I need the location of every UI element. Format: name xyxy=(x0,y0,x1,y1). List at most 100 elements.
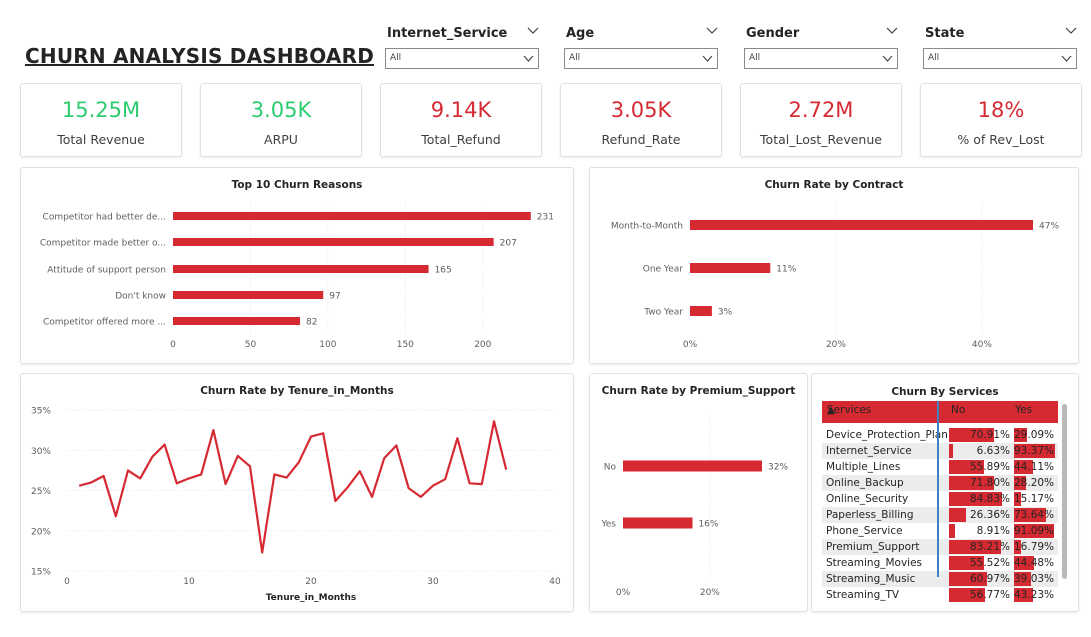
x-tick-label: 0 xyxy=(170,340,176,350)
yes-value: 39.03% xyxy=(1014,573,1055,585)
filter-value: All xyxy=(928,53,940,63)
filter-label: Gender xyxy=(746,26,800,41)
service-name: Multiple_Lines xyxy=(826,461,901,473)
table-row: Online_Backup 71.80% 28.20% xyxy=(822,475,1058,491)
chart-panel-tenure: Churn Rate by Tenure_in_Months 15% 20% 25%… xyxy=(20,373,574,612)
column-divider xyxy=(937,401,939,577)
sort-asc-icon: ▲ xyxy=(827,404,836,416)
service-name: Device_Protection_Plan xyxy=(826,429,948,441)
no-value: 60.97% xyxy=(969,573,1010,585)
scrollbar[interactable] xyxy=(1062,404,1067,579)
bar-chart-contract: 0% 20% 40% Month-to-Month 47% One Year 11% Two … xyxy=(611,203,1059,350)
table-row: Phone_Service 8.91% 91.09% xyxy=(822,523,1058,539)
filter-internet-service[interactable]: Internet_Service All xyxy=(385,22,541,70)
kpi-label: ARPU xyxy=(264,132,298,147)
filter-value: All xyxy=(569,53,581,63)
data-label: 3% xyxy=(718,308,733,318)
line-chart-tenure: 15% 20% 25% 30% 35% 0 10 20 30 40 Tenure_in_Months xyxy=(31,407,561,604)
x-tick-label: 20 xyxy=(305,577,317,587)
data-label: 82 xyxy=(306,318,317,328)
no-value: 56.77% xyxy=(969,589,1010,601)
service-name: Online_Security xyxy=(826,493,909,505)
service-name: Streaming_Movies xyxy=(826,557,923,569)
service-name: Streaming_TV xyxy=(826,589,900,601)
filter-value: All xyxy=(390,53,402,63)
filter-age[interactable]: Age All xyxy=(564,22,720,70)
service-name: Phone_Service xyxy=(826,525,903,537)
filter-dropdown[interactable]: All xyxy=(744,48,898,69)
filter-label: Internet_Service xyxy=(387,26,508,41)
chevron-down-icon[interactable] xyxy=(527,26,539,36)
chevron-down-icon[interactable] xyxy=(706,26,718,36)
column-header-yes[interactable]: Yes xyxy=(1015,404,1032,416)
y-tick-label: 25% xyxy=(31,487,51,497)
filter-label: Age xyxy=(566,26,595,41)
no-value: 83.21% xyxy=(969,541,1010,553)
service-name: Streaming_Music xyxy=(826,573,916,585)
category-label: Two Year xyxy=(643,308,683,318)
series-line xyxy=(78,420,508,554)
category-label: No xyxy=(604,463,617,473)
dashboard-title: CHURN ANALYSIS DASHBOARD xyxy=(25,44,374,68)
x-tick-label: 100 xyxy=(319,340,336,350)
kpi-value: 3.05K xyxy=(610,98,672,122)
kpi-value: 18% xyxy=(977,98,1025,122)
bar xyxy=(173,265,429,273)
bar xyxy=(173,212,531,220)
chart-panel-top-reasons: Top 10 Churn Reasons 0 50 100 150 200 Competi… xyxy=(20,167,574,364)
x-tick-label: 0% xyxy=(683,340,698,350)
dropdown-arrow-icon[interactable] xyxy=(882,54,893,63)
table-row: Paperless_Billing 26.36% 73.64% xyxy=(822,507,1058,523)
table-panel-services: Churn By Services Services ▲ No Yes Devi… xyxy=(811,373,1079,612)
yes-value: 44.48% xyxy=(1014,557,1055,569)
chevron-down-icon[interactable] xyxy=(1065,26,1077,36)
bar xyxy=(623,460,762,472)
bar xyxy=(173,291,324,299)
category-label: Competitor offered more ... xyxy=(43,318,166,328)
kpi-value: 9.14K xyxy=(430,98,492,122)
filter-dropdown[interactable]: All xyxy=(923,48,1077,69)
data-label: 47% xyxy=(1039,222,1059,232)
data-label: 32% xyxy=(768,463,788,473)
chevron-down-icon[interactable] xyxy=(886,26,898,36)
data-label: 97 xyxy=(329,292,340,302)
yes-value: 29.09% xyxy=(1014,429,1055,441)
filter-dropdown[interactable]: All xyxy=(564,48,718,69)
y-tick-label: 30% xyxy=(31,447,51,457)
table-row: Device_Protection_Plan 70.91% 29.09% xyxy=(822,427,1058,443)
yes-value: 16.79% xyxy=(1014,541,1055,553)
table-row: Internet_Service 6.63% 93.37% xyxy=(822,443,1058,459)
kpi-card-total-refund: 9.14K Total_Refund xyxy=(380,83,542,157)
x-tick-label: 20% xyxy=(826,340,846,350)
x-tick-label: 20% xyxy=(700,588,720,598)
column-header-no[interactable]: No xyxy=(951,404,965,416)
kpi-card-rev-lost-pct: 18% % of Rev_Lost xyxy=(920,83,1082,157)
table-row: Multiple_Lines 55.89% 44.11% xyxy=(822,459,1058,475)
table-header: Services ▲ No Yes xyxy=(822,401,1058,423)
x-tick-label: 50 xyxy=(245,340,257,350)
yes-value: 28.20% xyxy=(1014,477,1055,489)
kpi-label: Total_Refund xyxy=(421,132,501,147)
service-name: Premium_Support xyxy=(826,541,920,553)
yes-value: 15.17% xyxy=(1014,493,1055,505)
filter-dropdown[interactable]: All xyxy=(385,48,539,69)
service-name: Online_Backup xyxy=(826,477,904,489)
bar xyxy=(690,220,1033,230)
dropdown-arrow-icon[interactable] xyxy=(1061,54,1072,63)
filter-state[interactable]: State All xyxy=(923,22,1079,70)
dropdown-arrow-icon[interactable] xyxy=(702,54,713,63)
filter-value: All xyxy=(749,53,761,63)
no-value: 6.63% xyxy=(976,445,1010,457)
category-label: Don't know xyxy=(115,292,166,302)
category-label: Competitor made better o... xyxy=(40,239,166,249)
data-label: 16% xyxy=(699,520,719,530)
x-tick-label: 40% xyxy=(972,340,992,350)
table-row: Streaming_TV 56.77% 43.23% xyxy=(822,587,1058,603)
bar xyxy=(173,238,494,246)
kpi-value: 2.72M xyxy=(788,98,854,122)
x-tick-label: 10 xyxy=(183,577,195,587)
kpi-label: Total_Lost_Revenue xyxy=(760,132,882,147)
filter-gender[interactable]: Gender All xyxy=(744,22,900,70)
dropdown-arrow-icon[interactable] xyxy=(523,54,534,63)
y-tick-label: 35% xyxy=(31,407,51,417)
